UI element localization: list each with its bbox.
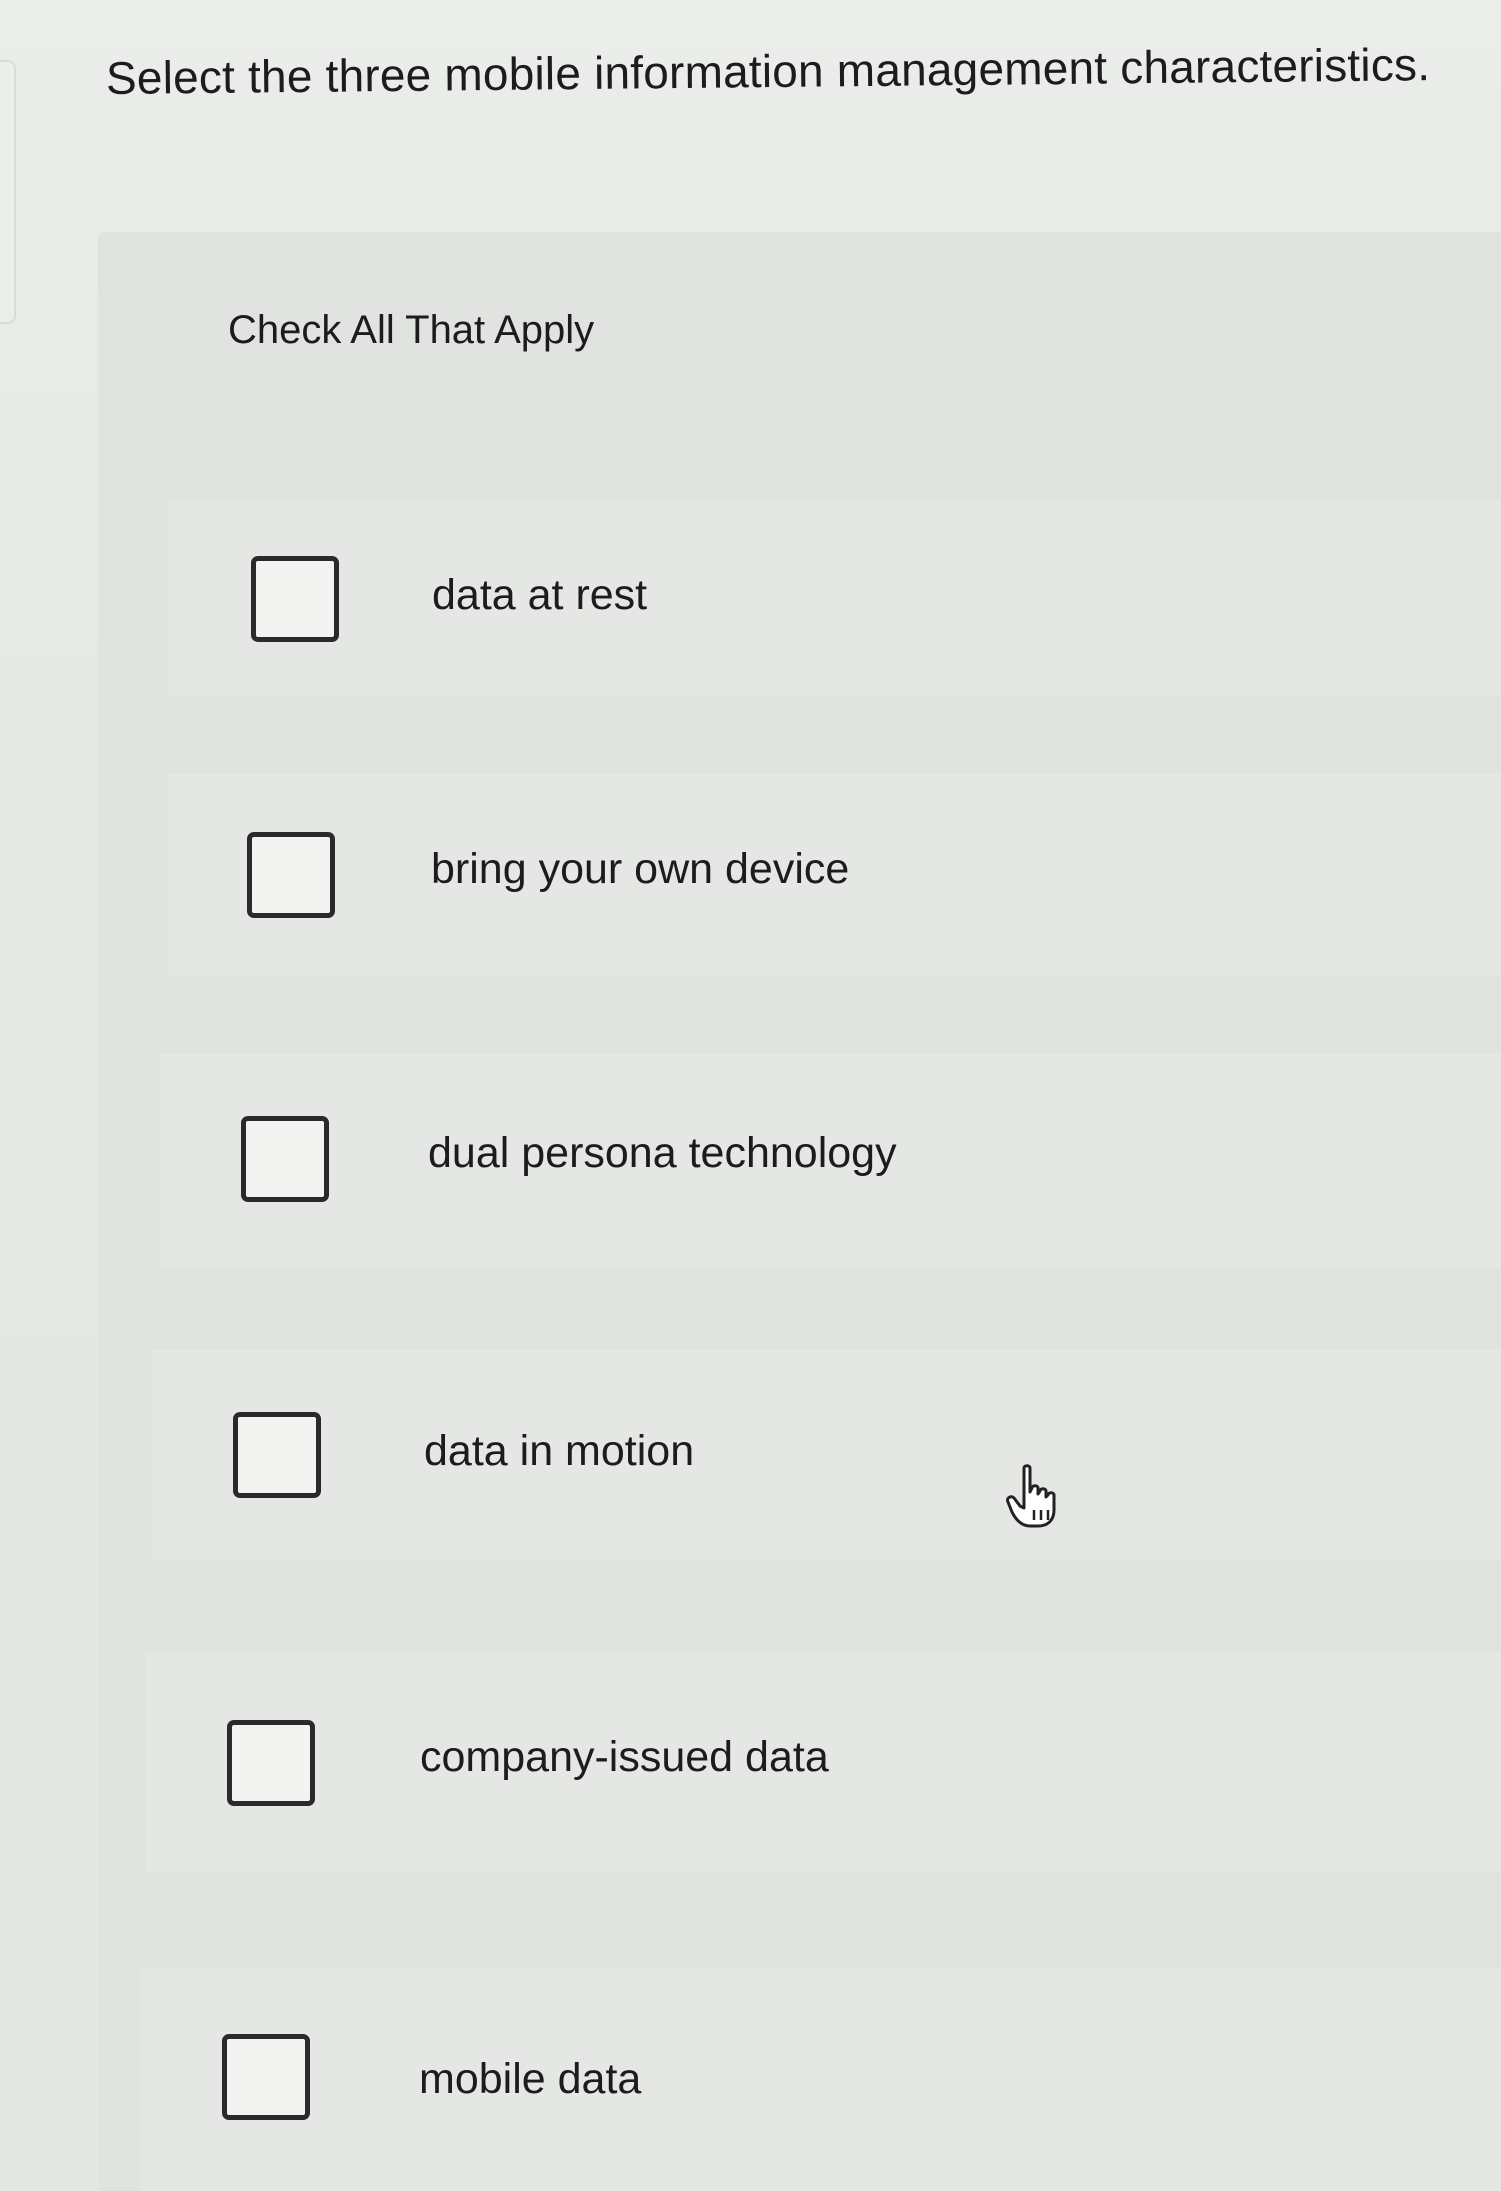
checkbox[interactable] xyxy=(222,2034,310,2120)
page: Select the three mobile information mana… xyxy=(0,0,1501,2191)
option-label: mobile data xyxy=(419,2055,642,2103)
checkbox[interactable] xyxy=(227,1720,315,1806)
option-label: dual persona technology xyxy=(428,1129,897,1177)
checkbox[interactable] xyxy=(233,1412,321,1498)
checkbox[interactable] xyxy=(251,556,339,642)
option-label: bring your own device xyxy=(431,845,850,893)
pointer-hand-icon xyxy=(1006,1464,1056,1528)
checkbox[interactable] xyxy=(247,832,335,918)
option-label: data at rest xyxy=(432,571,648,619)
option-label: company-issued data xyxy=(420,1733,829,1781)
checkbox[interactable] xyxy=(241,1116,329,1202)
options-list: data at rest bring your own device dual … xyxy=(0,0,1501,2191)
option-label: data in motion xyxy=(424,1427,695,1475)
